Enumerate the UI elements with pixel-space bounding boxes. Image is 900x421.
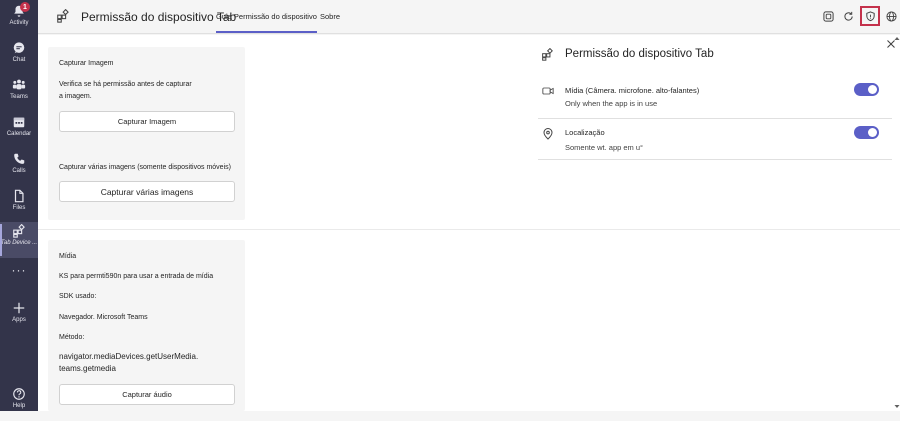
- more-icon: ···: [11, 263, 27, 277]
- media-card: Mídia KS para permti590n para usar a ent…: [48, 240, 245, 411]
- app-header: Permissão do dispositivo Tab Guia Permis…: [38, 0, 900, 34]
- app-rail: 1 Activity Chat Teams Calendar Calls Fil…: [0, 0, 38, 411]
- rail-item-help[interactable]: Help: [0, 385, 38, 421]
- scroll-up-icon[interactable]: [894, 36, 900, 41]
- section-divider: [38, 229, 900, 230]
- capture-image-button[interactable]: Capturar Imagem: [59, 111, 235, 132]
- capture-image-desc-line2: a imagem.: [59, 93, 92, 100]
- activity-badge: 1: [20, 2, 30, 12]
- media-permission-subtitle: Only when the app is in use: [565, 99, 658, 108]
- location-permission-title: Localização: [565, 128, 605, 137]
- plus-icon: [13, 302, 25, 314]
- method-value-line2: teams.getmedia: [59, 364, 116, 373]
- capture-image-title: Capturar Imagem: [59, 60, 114, 67]
- calendar-icon: [13, 117, 25, 128]
- refresh-icon[interactable]: [841, 9, 855, 23]
- location-permission-toggle[interactable]: [854, 126, 879, 139]
- media-permission-toggle[interactable]: [854, 83, 879, 96]
- capture-audio-button[interactable]: Capturar áudio: [59, 384, 235, 405]
- tab-content: Capturar Imagem Verifica se há permissão…: [38, 35, 900, 411]
- tab-device-permission[interactable]: Guia Permissão do dispositivo: [216, 12, 317, 33]
- capture-image-desc-line1: Verifica se há permissão antes de captur…: [59, 81, 192, 88]
- globe-icon[interactable]: [884, 9, 898, 23]
- rail-item-more[interactable]: ···: [0, 263, 38, 283]
- device-permissions-shield-icon[interactable]: [860, 6, 880, 26]
- rail-label-files: Files: [12, 205, 26, 211]
- row-divider: [538, 159, 892, 160]
- rail-label-apps: Apps: [12, 317, 26, 323]
- camera-icon: [542, 87, 554, 95]
- media-desc: KS para permti590n para usar a entrada d…: [59, 273, 214, 280]
- tab-about[interactable]: Sobre: [320, 12, 340, 21]
- location-icon: [543, 128, 553, 140]
- rail-label-calls: Calls: [12, 168, 26, 174]
- capture-multiple-images-title: Capturar várias imagens (somente disposi…: [59, 164, 231, 171]
- file-icon: [14, 189, 24, 203]
- rail-item-apps[interactable]: Apps: [0, 299, 38, 335]
- rail-label-activity: Activity: [9, 20, 29, 26]
- phone-icon: [14, 153, 25, 164]
- sdk-used-label: SDK usado:: [59, 293, 97, 300]
- method-label: Método:: [59, 334, 85, 341]
- app-grid-icon: [542, 48, 553, 61]
- help-icon: [13, 388, 25, 400]
- rail-item-activity[interactable]: 1 Activity: [0, 2, 38, 38]
- location-permission-subtitle: Somente wt. app em u°: [565, 143, 644, 152]
- rail-label-tab-device: Tab Device ...: [0, 240, 38, 246]
- rail-item-calendar[interactable]: Calendar: [0, 113, 38, 149]
- rail-label-chat: Chat: [12, 57, 26, 63]
- scroll-down-icon[interactable]: [894, 404, 900, 409]
- method-value-line1: navigator.mediaDevices.getUserMedia.: [59, 352, 199, 361]
- app-grid-icon: [57, 9, 69, 23]
- rail-label-help: Help: [12, 403, 26, 409]
- sdk-used-value: Navegador. Microsoft Teams: [59, 314, 148, 321]
- device-permission-panel: Permissão do dispositivo Tab Mídia (Câme…: [536, 35, 900, 225]
- rail-item-calls[interactable]: Calls: [0, 150, 38, 186]
- rail-label-calendar: Calendar: [6, 131, 32, 137]
- app-grid-icon: [13, 224, 25, 238]
- rail-item-tab-device[interactable]: Tab Device ...: [0, 222, 38, 258]
- rail-item-files[interactable]: Files: [0, 187, 38, 223]
- media-permission-title: Mídia (Câmera. microfone. alto-falantes): [565, 86, 700, 95]
- row-divider: [538, 118, 892, 119]
- media-title: Mídia: [59, 253, 77, 260]
- popout-icon[interactable]: [821, 9, 835, 23]
- chat-icon: [13, 42, 25, 54]
- panel-title: Permissão do dispositivo Tab: [565, 48, 714, 60]
- rail-label-teams: Teams: [10, 94, 28, 100]
- app-title: Permissão do dispositivo Tab: [81, 10, 237, 24]
- capture-image-card: Capturar Imagem Verifica se há permissão…: [48, 47, 245, 220]
- teams-icon: [12, 79, 26, 90]
- rail-item-teams[interactable]: Teams: [0, 76, 38, 112]
- capture-multiple-images-button[interactable]: Capturar várias imagens: [59, 181, 235, 202]
- page-scrollbar[interactable]: [894, 36, 900, 411]
- rail-item-chat[interactable]: Chat: [0, 39, 38, 75]
